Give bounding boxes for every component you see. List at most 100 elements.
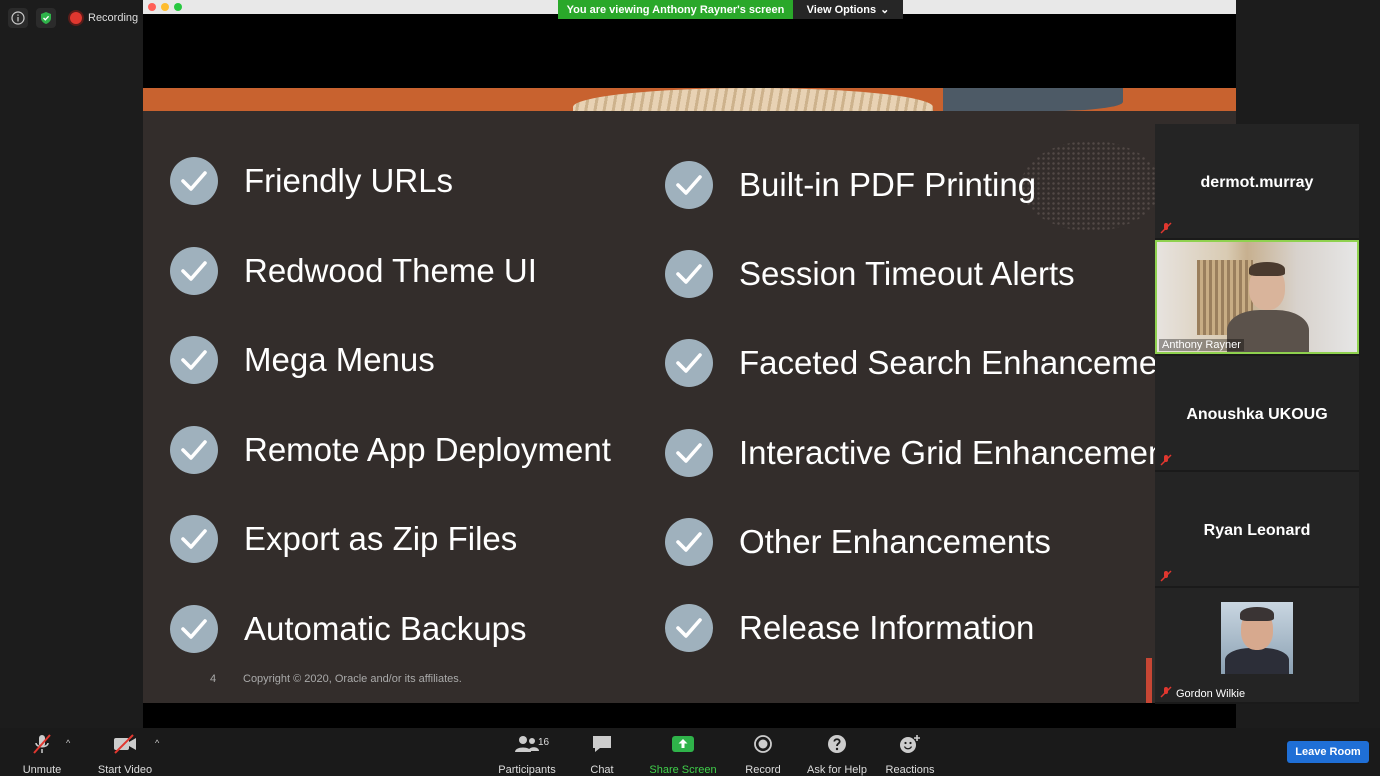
avatar-body [1225,648,1289,674]
checklist-item: Friendly URLs [170,157,453,205]
checklist-item-label: Mega Menus [244,341,435,378]
viewing-screen-banner: You are viewing Anthony Rayner's screen [558,0,793,19]
checklist-item-label: Export as Zip Files [244,520,518,557]
checklist-item: Session Timeout Alerts [665,250,1075,298]
slide-header-art [143,88,1236,111]
checklist-item: Mega Menus [170,336,435,384]
checklist-item: Export as Zip Files [170,515,517,563]
checkmark-icon [170,247,218,295]
reactions-icon [899,732,921,756]
participant-video-tile[interactable]: Anthony Rayner [1155,240,1359,354]
start-video-label: Start Video [97,764,153,776]
speaker-hair [1249,262,1285,276]
participant-name: Ryan Leonard [1203,522,1311,539]
video-off-icon [112,732,138,756]
shared-screen: You are viewing Anthony Rayner's screen … [143,0,1236,728]
checkmark-icon [665,429,713,477]
help-icon [827,732,847,756]
participant-name: Anoushka UKOUG [1186,406,1328,423]
unmute-label: Unmute [22,764,62,776]
view-options-label: View Options [806,3,877,16]
checkmark-icon [665,161,713,209]
unmute-button[interactable]: Unmute [20,732,64,776]
ask-for-help-button[interactable]: Ask for Help [806,732,868,776]
checklist-item: Faceted Search Enhancements [665,339,1201,387]
checklist-item-label: Automatic Backups [244,610,527,647]
participant-panel: dermot.murray Anthony Rayner Anoushka UK… [1155,124,1359,704]
mic-muted-icon [31,732,53,756]
participant-tile[interactable]: Ryan Leonard [1155,472,1359,586]
accent-bar [1146,658,1152,703]
view-options-button[interactable]: View Options ⌄ [793,0,903,19]
checklist-item-label: Faceted Search Enhancements [739,344,1202,381]
slide-page-number: 4 [210,673,217,685]
checklist-item: Remote App Deployment [170,426,611,474]
close-dot-icon [148,3,156,11]
participant-tile[interactable]: Anoushka UKOUG [1155,356,1359,470]
checkmark-icon [170,605,218,653]
avatar [1221,602,1293,674]
checkmark-icon [170,515,218,563]
info-icon[interactable] [8,8,28,28]
slide-copyright: Copyright © 2020, Oracle and/or its affi… [243,673,462,685]
sand-pattern [573,88,933,111]
maximize-dot-icon [174,3,182,11]
participant-tile[interactable]: dermot.murray [1155,124,1359,238]
participants-count: 16 [538,737,550,748]
checklist-item: Interactive Grid Enhancements [665,429,1192,477]
mic-muted-icon [1160,686,1172,698]
leave-room-button[interactable]: Leave Room [1287,741,1369,763]
checklist-item-label: Remote App Deployment [244,431,611,468]
checklist-item: Other Enhancements [665,518,1051,566]
chevron-down-icon: ⌄ [880,4,890,16]
share-screen-button[interactable]: Share Screen [649,732,717,776]
checklist-item-label: Friendly URLs [244,162,454,199]
participants-icon [514,732,540,756]
checklist-item: Release Information [665,604,1034,652]
participant-name: Anthony Rayner [1159,339,1244,351]
participants-label: Participants [498,764,556,776]
checklist-item: Redwood Theme UI [170,247,537,295]
start-video-button[interactable]: Start Video [96,732,154,776]
chat-label: Chat [590,764,614,776]
checkmark-icon [665,250,713,298]
meeting-status-bar: Recording [8,8,144,28]
recording-indicator[interactable]: Recording [64,10,144,26]
participant-name: dermot.murray [1200,174,1314,191]
checkmark-icon [170,157,218,205]
record-label: Record [745,764,781,776]
checklist-item-label: Release Information [739,609,1035,646]
chat-button[interactable]: Chat [584,732,620,776]
record-button[interactable]: Record [745,732,781,776]
audio-options-caret-icon[interactable]: ^ [66,738,70,748]
checklist-item-label: Built-in PDF Printing [739,166,1037,203]
reactions-button[interactable]: Reactions [884,732,936,776]
checklist-item: Built-in PDF Printing [665,161,1036,209]
participant-tile[interactable]: Gordon Wilkie [1155,588,1359,702]
blue-pattern [943,88,1123,111]
participant-name: Gordon Wilkie [1176,688,1246,700]
share-screen-label: Share Screen [649,764,717,776]
checkmark-icon [665,518,713,566]
zoom-meeting-window: Recording You are viewing Anthony Rayner… [0,0,1380,776]
checkmark-icon [665,339,713,387]
checklist-item: Automatic Backups [170,605,526,653]
ask-for-help-label: Ask for Help [807,764,867,776]
chat-icon [591,732,613,756]
checklist-item-label: Session Timeout Alerts [739,255,1075,292]
recording-label: Recording [88,12,139,24]
mic-muted-icon [1160,570,1172,582]
checkmark-icon [665,604,713,652]
checkmark-icon [170,426,218,474]
video-options-caret-icon[interactable]: ^ [155,738,159,748]
shield-check-icon[interactable] [36,8,56,28]
mic-muted-icon [1160,454,1172,466]
checklist-item-label: Interactive Grid Enhancements [739,434,1193,471]
share-screen-icon [671,732,695,756]
checkmark-icon [170,336,218,384]
window-controls [148,3,182,11]
checklist-item-label: Other Enhancements [739,523,1051,560]
minimize-dot-icon [161,3,169,11]
avatar-hair [1240,607,1274,621]
checklist-item-label: Redwood Theme UI [244,252,537,289]
